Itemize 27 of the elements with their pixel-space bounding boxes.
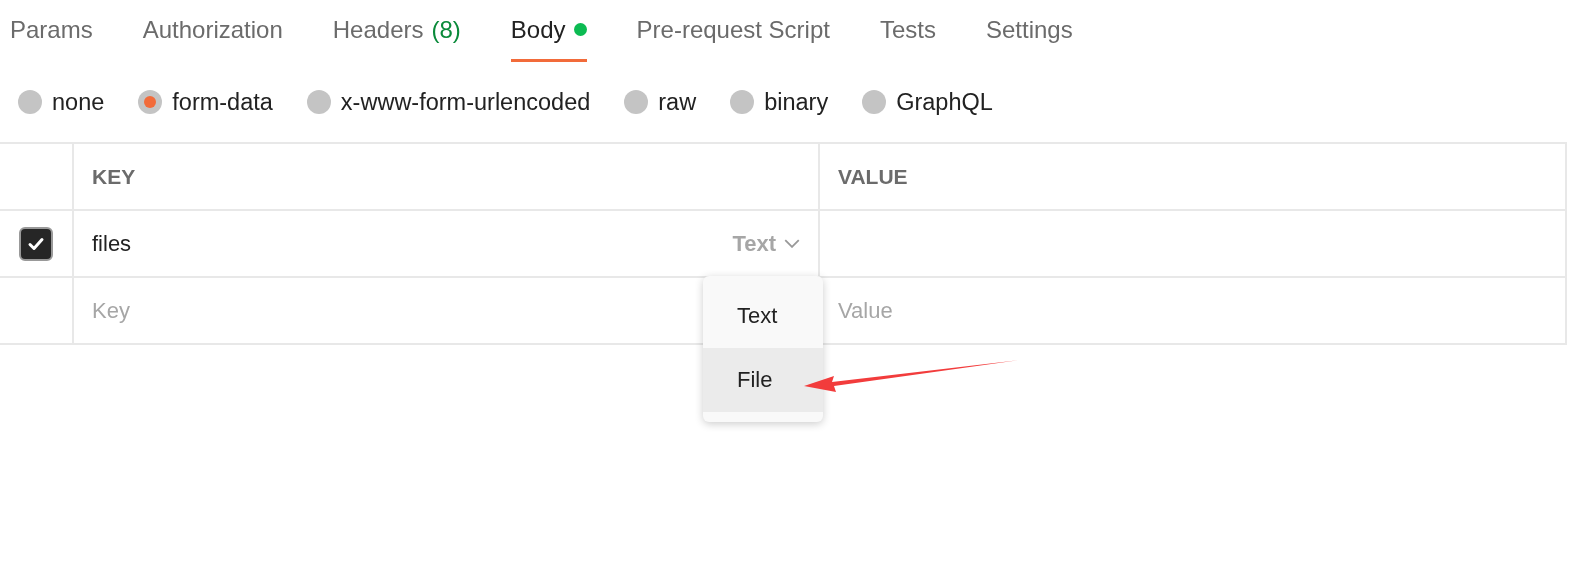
checkbox[interactable] <box>19 226 53 261</box>
tab[interactable]: Tests <box>879 0 936 62</box>
radio-option[interactable]: x-www-form-urlencoded <box>306 88 591 116</box>
radio-button[interactable] <box>138 90 163 114</box>
tab[interactable]: Headers (8) <box>332 0 461 62</box>
menu-item[interactable]: File <box>703 348 823 412</box>
tab[interactable]: Settings <box>985 0 1073 62</box>
column-header: KEY <box>92 164 136 189</box>
tab[interactable]: Body <box>510 0 587 62</box>
radio-option[interactable]: none <box>18 88 105 116</box>
tab[interactable]: Pre-request Script <box>636 0 830 62</box>
chevron-down-icon <box>784 239 800 248</box>
radio-button[interactable] <box>624 90 649 114</box>
menu-item[interactable]: Text <box>703 284 823 348</box>
radio-option[interactable]: binary <box>730 88 829 116</box>
radio-option[interactable]: raw <box>624 88 697 116</box>
radio-button[interactable] <box>862 90 887 114</box>
radio-button[interactable] <box>18 90 42 114</box>
value-input-field[interactable]: Value <box>838 297 1547 324</box>
tab[interactable]: Params <box>10 0 93 62</box>
radio-button[interactable] <box>306 90 331 114</box>
tab[interactable]: Authorization <box>142 0 283 62</box>
key-value[interactable]: files <box>92 230 132 257</box>
radio-option[interactable]: GraphQL <box>862 88 993 116</box>
column-header: VALUE <box>838 164 908 189</box>
radio-option[interactable]: form-data <box>138 88 273 116</box>
radio-button[interactable] <box>730 90 755 114</box>
